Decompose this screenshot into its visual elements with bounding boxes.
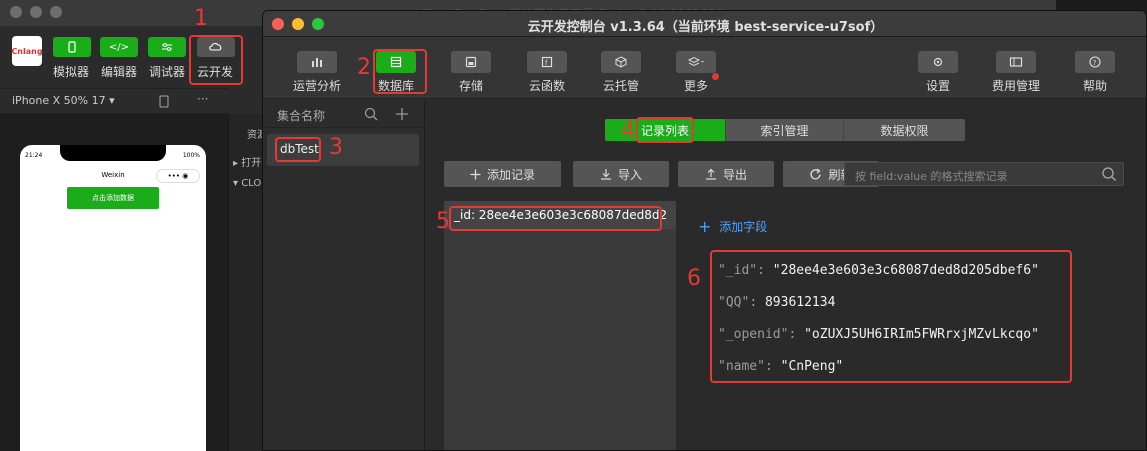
phone-preview: 21:24 100% Weixin ••• ◉ 点击添加数据 [20, 145, 206, 451]
add-collection-icon[interactable] [395, 107, 409, 121]
annotation-number-5: 5 [436, 209, 450, 234]
function-icon: f [541, 56, 553, 68]
editor-label: 编辑器 [101, 65, 138, 79]
close-dot[interactable] [10, 6, 22, 18]
console-titlebar: 云开发控制台 v1.3.64（当前环境 best-service-u7sof） [263, 11, 1146, 37]
debugger-button[interactable] [148, 37, 186, 57]
annotation-number-4: 4 [621, 118, 635, 143]
wallet-icon [1009, 57, 1023, 67]
more-label: 更多 [683, 79, 708, 93]
simulator-label: 模拟器 [53, 65, 90, 79]
record-list: _id: 28ee4e3e603e3c68087ded8d205dbef6 [444, 201, 676, 450]
cloud-function-label: 云函数 [528, 79, 565, 93]
device-select[interactable]: iPhone X 50% 17 ▾ [12, 94, 115, 107]
plus-icon [470, 169, 481, 179]
add-field-label: 添加字段 [719, 220, 768, 234]
add-record-label: 添加记录 [486, 167, 535, 182]
collections-header: 集合名称 [263, 100, 425, 128]
editor-button[interactable]: </> [100, 37, 138, 57]
annotation-box-5 [449, 206, 662, 231]
layers-icon [688, 56, 704, 67]
phone-rotate-icon[interactable] [159, 95, 169, 108]
annotation-box-3 [275, 137, 321, 162]
collections-title: 集合名称 [277, 109, 326, 123]
storage-label: 存储 [458, 79, 483, 93]
more-button[interactable] [676, 51, 716, 73]
simulator-bar: iPhone X 50% 17 ▾ ··· [0, 88, 228, 114]
help-button[interactable]: ? [1075, 51, 1115, 73]
cloud-hosting-label: 云托管 [602, 79, 639, 93]
more-icon[interactable]: ··· [197, 92, 208, 106]
annotation-box-1 [189, 35, 243, 85]
zoom-dot[interactable] [50, 6, 62, 18]
cloud-function-button[interactable]: f [527, 51, 567, 73]
storage-icon [465, 56, 477, 68]
gear-icon [933, 57, 943, 67]
tree-item[interactable]: ▾ CLO [233, 178, 261, 189]
phone-time: 21:24 [25, 152, 43, 159]
box-icon [615, 56, 627, 68]
add-field-button[interactable]: + 添加字段 [698, 217, 767, 236]
annotation-number-2: 2 [357, 55, 371, 80]
search-icon[interactable] [364, 107, 378, 121]
tab-indexes[interactable]: 索引管理 [725, 119, 843, 141]
help-label: 帮助 [1082, 79, 1107, 93]
refresh-icon [810, 167, 822, 179]
annotation-box-4 [636, 117, 694, 143]
annotation-number-1: 1 [194, 6, 208, 31]
svg-text:f: f [545, 59, 548, 67]
annotation-box-6 [710, 250, 1072, 383]
storage-button[interactable] [451, 51, 491, 73]
annotation-number-6: 6 [687, 266, 701, 291]
minimize-dot[interactable] [30, 6, 42, 18]
export-button[interactable]: 导出 [678, 161, 774, 187]
add-record-button[interactable]: 添加记录 [444, 161, 561, 187]
phone-battery: 100% [182, 152, 200, 159]
tree-item[interactable]: ▸ 打开 [233, 154, 261, 169]
annotation-number-3: 3 [329, 135, 343, 160]
phone-capsule[interactable]: ••• ◉ [156, 169, 200, 183]
annotation-box-2 [373, 49, 427, 94]
app-logo: Cnlang [11, 36, 43, 66]
analytics-label: 运营分析 [292, 79, 341, 93]
settings-button[interactable] [918, 51, 958, 73]
billing-label: 费用管理 [991, 79, 1040, 93]
search-icon[interactable] [1101, 166, 1117, 182]
cloud-hosting-button[interactable] [601, 51, 641, 73]
analytics-button[interactable] [297, 51, 337, 73]
sliders-icon [162, 43, 172, 51]
console-title: 云开发控制台 v1.3.64（当前环境 best-service-u7sof） [527, 20, 884, 35]
phone-icon [68, 41, 76, 53]
export-label: 导出 [722, 167, 747, 182]
settings-label: 设置 [925, 79, 950, 93]
help-icon: ? [1089, 56, 1101, 68]
chart-icon [312, 58, 322, 67]
plus-icon: + [698, 217, 712, 236]
code-icon: </> [108, 41, 130, 53]
debugger-label: 调试器 [149, 65, 186, 79]
import-button[interactable]: 导入 [573, 161, 669, 187]
download-icon [600, 169, 611, 180]
add-data-button[interactable]: 点击添加数据 [67, 187, 159, 209]
search-placeholder: 按 field:value 的格式搜索记录 [855, 170, 1008, 183]
svg-text:?: ? [1093, 59, 1097, 67]
import-label: 导入 [617, 167, 642, 182]
billing-button[interactable] [996, 51, 1036, 73]
record-search-input[interactable]: 按 field:value 的格式搜索记录 [844, 162, 1124, 186]
upload-icon [705, 168, 716, 180]
simulator-button[interactable] [53, 37, 91, 57]
phone-notch [60, 145, 166, 161]
tab-permissions[interactable]: 数据权限 [843, 119, 965, 141]
